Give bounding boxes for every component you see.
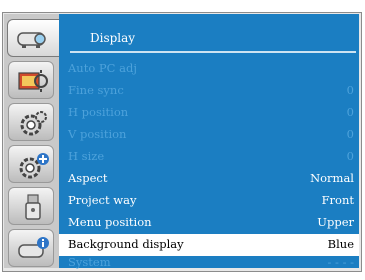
menu-item-value: Upper	[317, 215, 354, 229]
menu-item-label: Menu position	[68, 215, 152, 229]
menu-item-label: System	[68, 255, 111, 269]
menu-item-fine-sync[interactable]: Fine sync 0	[59, 80, 359, 102]
display-menu-panel: Display Auto PC adj Fine sync 0 H positi…	[59, 14, 359, 269]
menu-item-v-position[interactable]: V position 0	[59, 124, 359, 146]
sidebar-tab-picture[interactable]	[8, 61, 54, 99]
menu-item-label: Project way	[68, 193, 137, 207]
menu-item-value: Front	[321, 193, 354, 207]
menu-item-auto-pc-adj[interactable]: Auto PC adj	[59, 58, 359, 80]
panel-header: Display	[70, 25, 356, 53]
menu-item-system[interactable]: System - - - -	[59, 246, 359, 269]
menu-item-label: V position	[68, 127, 127, 141]
menu-item-h-size[interactable]: H size 0	[59, 146, 359, 168]
sidebar-tab-information[interactable]	[8, 229, 54, 267]
sidebar-tab-setting[interactable]	[8, 103, 54, 141]
settings-gear-icon	[20, 111, 47, 136]
info-icon	[18, 237, 49, 258]
menu-item-h-position[interactable]: H position 0	[59, 102, 359, 124]
sidebar-tab-expanded[interactable]	[8, 145, 54, 183]
menu-item-label: H size	[68, 149, 105, 163]
menu-item-label: H position	[68, 105, 129, 119]
projector-icon	[17, 32, 46, 48]
menu-item-label: Fine sync	[68, 83, 124, 97]
menu-item-menu-position[interactable]: Menu position Upper	[59, 212, 359, 234]
picture-adjust-icon	[18, 70, 48, 92]
menu-item-label: Auto PC adj	[68, 61, 137, 75]
expanded-settings-icon	[19, 153, 49, 179]
sidebar-tab-memory-viewer[interactable]	[8, 187, 54, 225]
menu-item-value: 0	[346, 83, 354, 97]
menu-item-value: 0	[346, 149, 354, 163]
menu-item-aspect[interactable]: Aspect Normal	[59, 168, 359, 190]
menu-item-value: Normal	[310, 171, 354, 185]
menu-item-value: - - - -	[327, 255, 354, 269]
menu-item-project-way[interactable]: Project way Front	[59, 190, 359, 212]
panel-title: Display	[90, 31, 136, 45]
sidebar-tab-display[interactable]	[7, 19, 59, 57]
menu-item-value: 0	[346, 105, 354, 119]
usb-icon	[25, 194, 41, 220]
menu-item-label: Aspect	[68, 171, 108, 185]
menu-item-value: 0	[346, 127, 354, 141]
menu-sidebar	[4, 14, 59, 268]
